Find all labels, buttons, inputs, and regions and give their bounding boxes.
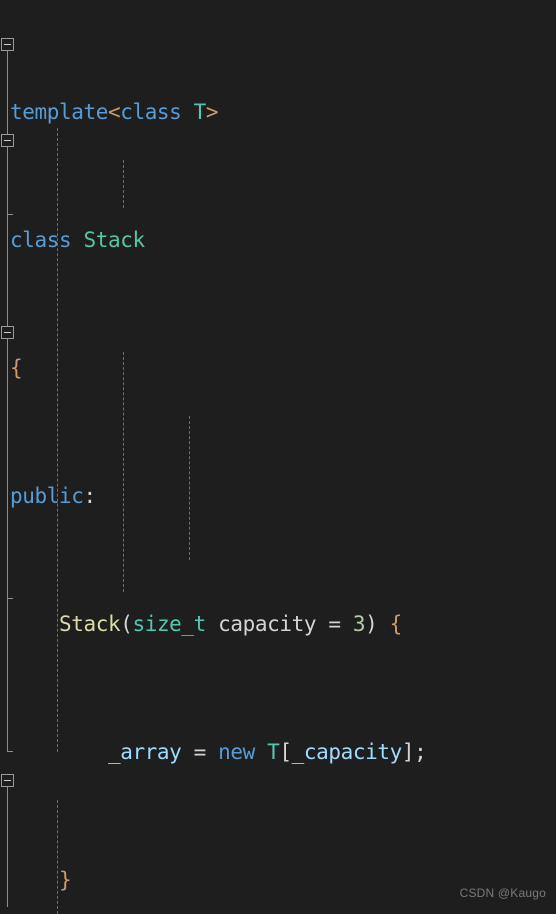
token-type-T: T xyxy=(267,740,280,764)
token-param-capacity: capacity xyxy=(218,612,317,636)
token-operator-assign: = xyxy=(193,740,207,764)
token-brace-open: { xyxy=(10,356,23,380)
token-number-3: 3 xyxy=(352,612,366,636)
code-line-4[interactable]: public: xyxy=(0,480,556,512)
code-line-2[interactable]: class Stack xyxy=(0,224,556,256)
token-access-public: public xyxy=(10,484,84,508)
code-editor[interactable]: template<class T> class Stack { public: … xyxy=(0,0,556,914)
token-bracket-open: [ xyxy=(279,740,292,764)
token-type-size-t: size_t xyxy=(132,612,206,636)
token-var-array: _array xyxy=(107,740,182,764)
code-line-1[interactable]: template<class T> xyxy=(0,96,556,128)
token-semicolon: ; xyxy=(414,740,427,764)
token-keyword-template: template xyxy=(10,100,108,124)
token-function-stack-ctor: Stack xyxy=(58,612,121,636)
token-var-capacity: _capacity xyxy=(291,740,403,764)
csdn-watermark: CSDN @Kaugo xyxy=(459,886,546,900)
token-operator-assign: = xyxy=(328,612,341,636)
token-brace-close: } xyxy=(58,868,72,892)
token-keyword-class: class xyxy=(120,100,182,124)
token-type-T: T xyxy=(193,100,207,124)
token-paren-close: ) xyxy=(365,612,378,636)
token-bracket-close: ] xyxy=(401,740,415,764)
token-paren-open: ( xyxy=(120,612,133,636)
code-line-5[interactable]: Stack(size_t capacity = 3) { xyxy=(0,608,556,640)
token-colon: : xyxy=(83,484,96,508)
code-line-3[interactable]: { xyxy=(0,352,556,384)
token-keyword-new: new xyxy=(218,740,255,764)
token-angle-open: < xyxy=(107,100,121,124)
token-class-name-stack: Stack xyxy=(83,228,145,252)
token-brace-open: { xyxy=(389,612,403,636)
token-keyword-class: class xyxy=(10,228,72,252)
token-angle-close: > xyxy=(205,100,219,124)
code-line-6[interactable]: _array = new T[_capacity]; xyxy=(0,736,556,768)
code-content[interactable]: template<class T> class Stack { public: … xyxy=(0,0,556,914)
